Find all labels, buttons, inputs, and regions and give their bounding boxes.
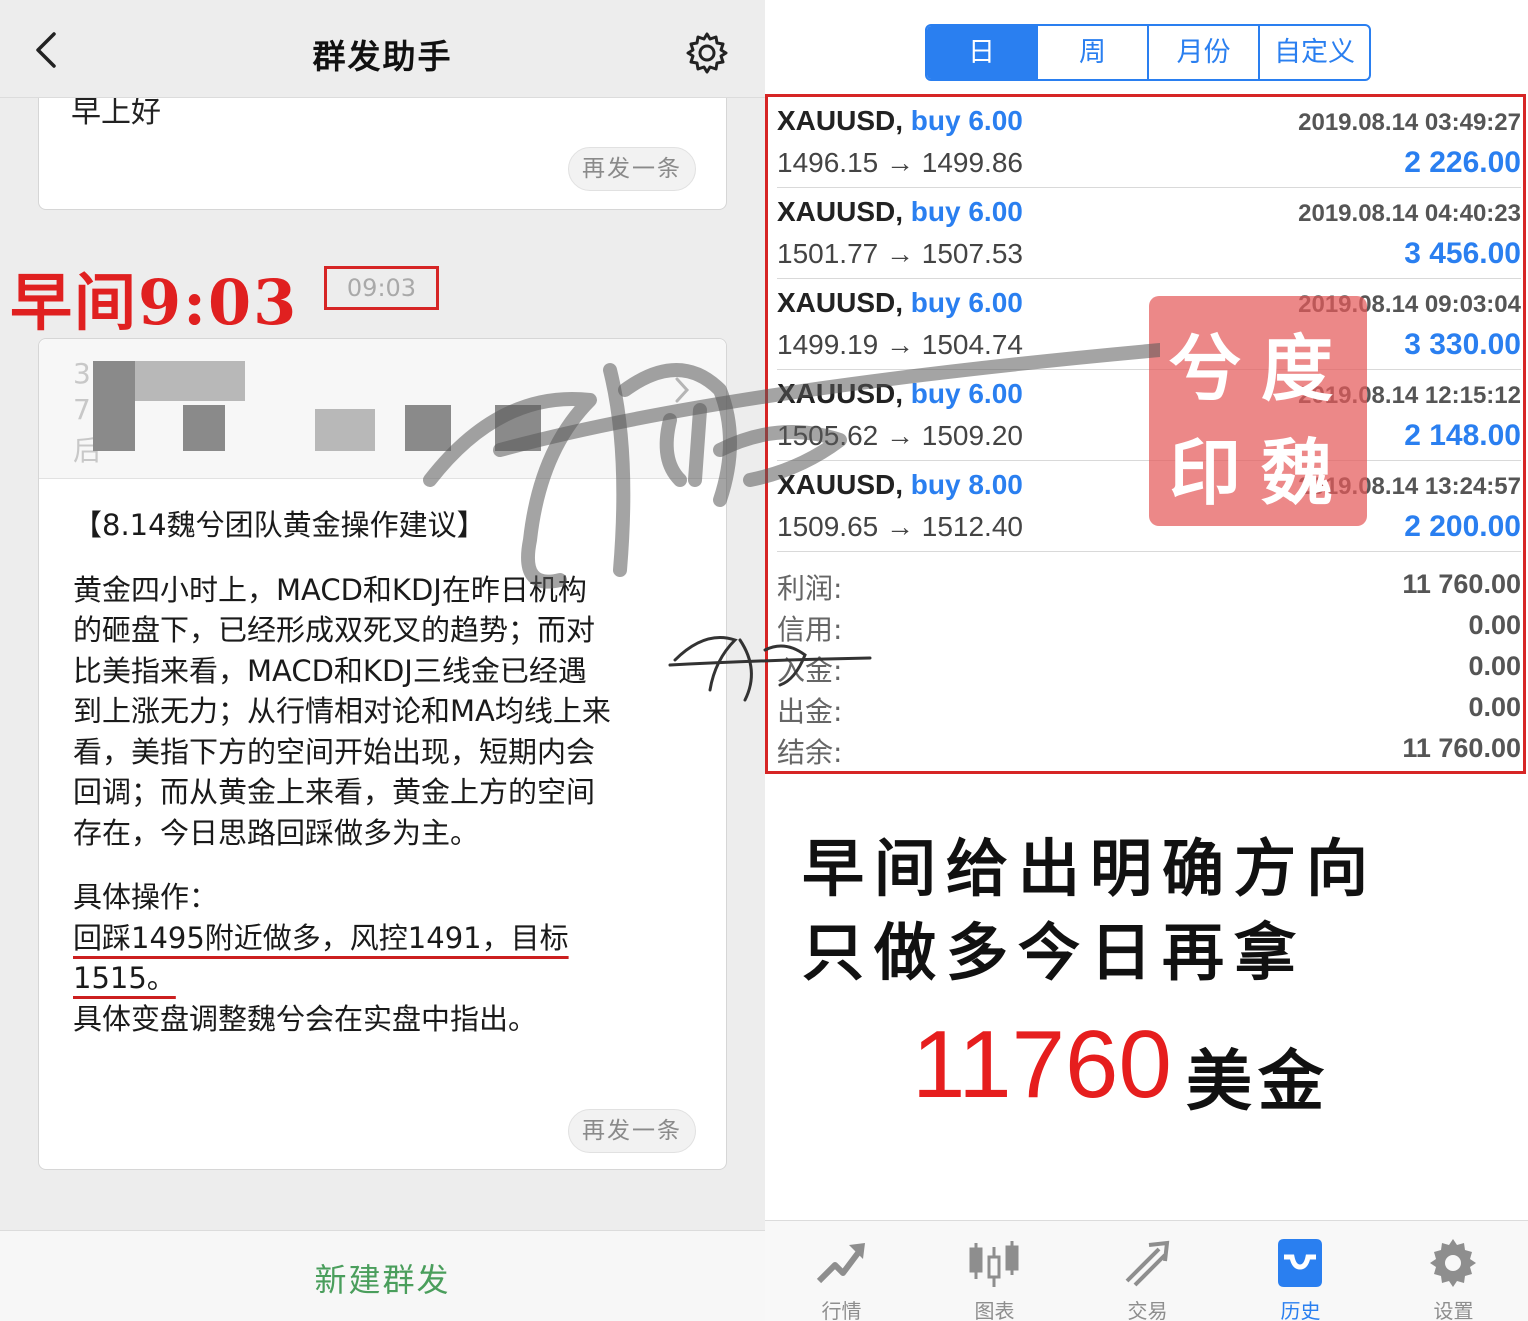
preview-line: 3 [73, 357, 91, 390]
navigation-bar: 群发助手 [0, 0, 765, 98]
trade-symbol: XAUUSD, [777, 378, 904, 409]
history-inbox-icon [1278, 1239, 1322, 1287]
trade-history-pane: 日 周 月份 自定义 XAUUSD, buy 6.00 2019.08.14 0… [765, 0, 1528, 1321]
bottom-tab-bar: 行情 图表 交易 历史 设置 [765, 1220, 1528, 1321]
message-body: 【8.14魏兮团队黄金操作建议】 黄金四小时上，MACD和KDJ在昨日机构 的砸… [73, 505, 703, 1039]
tab-chart[interactable]: 图表 [918, 1221, 1071, 1321]
resend-button[interactable]: 再发一条 [568, 1109, 696, 1153]
trade-side: buy 6.00 [910, 378, 1023, 409]
resend-button[interactable]: 再发一条 [568, 147, 696, 191]
tab-trade[interactable]: 交易 [1071, 1221, 1224, 1321]
message-line: 的砸盘下，已经形成双死叉的趋势；而对 [73, 613, 596, 647]
trade-row[interactable]: XAUUSD, buy 6.00 2019.08.14 04:40:23 150… [777, 188, 1521, 279]
chevron-right-icon [675, 377, 690, 403]
bottom-bar: 新建群发 [0, 1230, 765, 1321]
trade-prices: 1501.77 → 1507.53 [777, 238, 1023, 269]
preview-line: 7 [73, 393, 91, 426]
tab-week[interactable]: 周 [1038, 26, 1149, 79]
tab-history[interactable]: 历史 [1224, 1221, 1377, 1321]
trade-prices: 1499.19 → 1504.74 [777, 329, 1023, 360]
trade-symbol: XAUUSD, [777, 469, 904, 500]
trade-datetime: 2019.08.14 03:49:27 [1298, 109, 1521, 136]
broadcast-helper-pane: 早上好 再发一条 群发助手 早间9:03 09:03 3 7 后 【8.14魏兮… [0, 0, 765, 1321]
quotes-icon [816, 1243, 865, 1284]
message-timestamp: 09:03 [324, 266, 439, 310]
mosaic-blur [135, 361, 245, 401]
trade-profit: 2 148.00 [1404, 419, 1521, 452]
trade-icon [1125, 1240, 1170, 1287]
message-heading: 【8.14魏兮团队黄金操作建议】 [73, 508, 486, 542]
message-line: 黄金四小时上，MACD和KDJ在昨日机构 [73, 572, 587, 607]
candlestick-chart-icon [969, 1241, 1019, 1287]
mosaic-blur [93, 361, 135, 451]
message-line: 回调；而从黄金上来看，黄金上方的空间 [73, 775, 596, 809]
trade-side: buy 6.00 [910, 105, 1023, 136]
trade-datetime: 2019.08.14 04:40:23 [1298, 200, 1521, 227]
trade-side: buy 8.00 [910, 469, 1023, 500]
mosaic-blur [405, 405, 451, 451]
trade-side: buy 6.00 [910, 287, 1023, 318]
tab-quotes[interactable]: 行情 [765, 1221, 918, 1321]
message-line: 到上涨无力；从行情相对论和MA均线上来 [73, 694, 611, 728]
message-line: 具体变盘调整魏兮会在实盘中指出。 [73, 1001, 538, 1036]
mosaic-blur [183, 405, 225, 451]
callout-line: 早间给出明确方向 [802, 832, 1379, 905]
tab-settings[interactable]: 设置 [1377, 1221, 1528, 1321]
page-title: 群发助手 [312, 37, 453, 76]
trade-symbol: XAUUSD, [777, 287, 904, 318]
trade-profit: 2 226.00 [1404, 146, 1521, 179]
mosaic-blur [495, 405, 541, 451]
trade-row[interactable]: XAUUSD, buy 6.00 2019.08.14 03:49:27 149… [777, 97, 1521, 188]
message-line: 存在，今日思路回踩做多为主。 [73, 815, 480, 850]
trade-side: buy 6.00 [910, 196, 1023, 227]
trade-symbol: XAUUSD, [777, 196, 904, 227]
profit-currency: 美金 [1186, 1042, 1330, 1120]
message-line: 比美指来看，MACD和KDJ三线金已经遇 [73, 653, 587, 688]
trade-prices: 1496.15 → 1499.86 [777, 147, 1023, 178]
gear-icon [1430, 1239, 1476, 1287]
highlighted-instruction: 回踩1495附近做多，风控1491，目标 [73, 920, 569, 955]
trade-profit: 3 456.00 [1404, 237, 1521, 270]
summary-credit: 信用: 0.00 [777, 610, 1521, 646]
callout-line: 只做多今日再拿 [802, 916, 1307, 989]
trade-profit: 2 200.00 [1404, 510, 1521, 543]
trade-profit: 3 330.00 [1404, 328, 1521, 361]
message-line: 具体操作： [73, 880, 219, 914]
highlighted-instruction-end: 1515。 [73, 961, 176, 995]
gear-icon[interactable] [684, 30, 730, 76]
message-line: 看，美指下方的空间开始出现，短期内会 [73, 734, 596, 769]
summary-balance: 结余: 11 760.00 [777, 733, 1521, 769]
mosaic-blur [315, 409, 375, 451]
trade-prices: 1509.65 → 1512.40 [777, 511, 1023, 542]
tab-day[interactable]: 日 [927, 26, 1038, 79]
profit-amount: 11760 [912, 1011, 1172, 1118]
tab-month[interactable]: 月份 [1149, 26, 1260, 79]
summary-withdrawal: 出金: 0.00 [777, 692, 1521, 728]
summary-profit: 利润: 11 760.00 [777, 569, 1521, 605]
trade-prices: 1505.62 → 1509.20 [777, 420, 1023, 451]
message-card: 3 7 后 【8.14魏兮团队黄金操作建议】 黄金四小时上，MACD和KDJ在昨… [38, 338, 727, 1170]
period-segmented-control: 日 周 月份 自定义 [925, 24, 1371, 81]
seal-stamp: 兮 度 印 魏 [1149, 296, 1367, 526]
tab-custom[interactable]: 自定义 [1260, 26, 1369, 79]
time-annotation: 早间9:03 [10, 266, 299, 339]
trade-symbol: XAUUSD, [777, 105, 904, 136]
new-broadcast-button[interactable]: 新建群发 [0, 1255, 765, 1301]
summary-deposit: 入金: 0.00 [777, 651, 1521, 687]
trade-history-list: XAUUSD, buy 6.00 2019.08.14 03:49:27 149… [765, 94, 1526, 774]
recipients-preview[interactable]: 3 7 后 [39, 339, 726, 479]
